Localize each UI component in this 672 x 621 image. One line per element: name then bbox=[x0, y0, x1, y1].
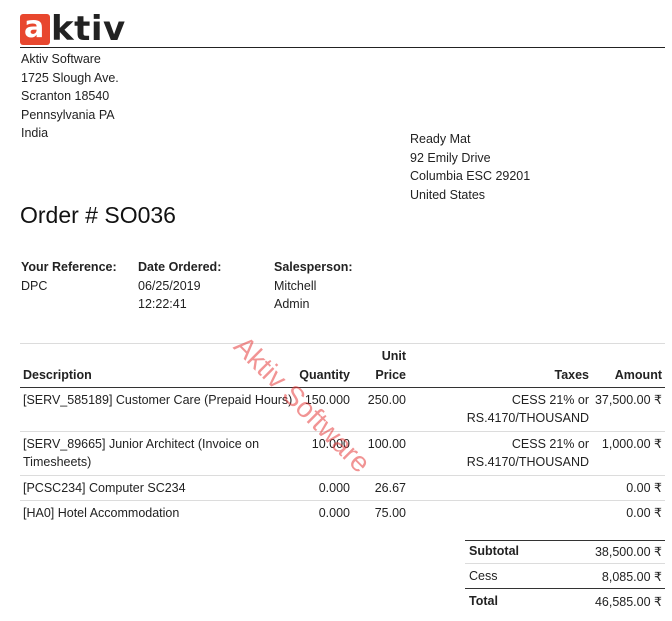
company-address: Aktiv Software 1725 Slough Ave. Scranton… bbox=[21, 50, 119, 143]
company-city: Scranton 18540 bbox=[21, 89, 110, 103]
row-description: [SERV_585189] Customer Care (Prepaid Hou… bbox=[23, 393, 293, 407]
table-top-rule bbox=[20, 343, 665, 344]
row-description: [HA0] Hotel Accommodation bbox=[23, 506, 180, 520]
salesperson-last: Admin bbox=[274, 297, 310, 311]
row-divider bbox=[20, 475, 665, 476]
col-header-unit: Unit bbox=[381, 349, 406, 363]
header-rule-bottom bbox=[20, 387, 665, 388]
page-title: Order # SO036 bbox=[20, 202, 176, 228]
logo-text: ktiv bbox=[51, 9, 126, 49]
header-rule bbox=[20, 47, 665, 48]
date-block: Date Ordered: 06/25/2019 12:22:41 bbox=[138, 258, 221, 314]
col-header-description: Description bbox=[23, 368, 92, 382]
row-amount: 1,000.00 ₹ bbox=[601, 437, 662, 451]
salesperson-label: Salesperson: bbox=[274, 260, 353, 274]
salesperson-block: Salesperson: Mitchell Admin bbox=[274, 258, 353, 314]
col-header-amount: Amount bbox=[614, 368, 662, 382]
row-unit-price: 26.67 bbox=[374, 481, 406, 495]
reference-value: DPC bbox=[21, 278, 48, 293]
time-value: 12:22:41 bbox=[138, 297, 187, 311]
customer-city: Columbia ESC 29201 bbox=[410, 169, 531, 183]
cess-value: 8,085.00 ₹ bbox=[601, 570, 662, 584]
salesperson-first: Mitchell bbox=[274, 278, 317, 293]
row-divider bbox=[20, 431, 665, 432]
row-amount: 0.00 ₹ bbox=[626, 506, 662, 520]
customer-name: Ready Mat bbox=[410, 132, 471, 146]
row-unit-price: 100.00 bbox=[367, 437, 406, 451]
company-street: 1725 Slough Ave. bbox=[21, 70, 119, 85]
row-tax-2: RS.4170/THOUSAND bbox=[466, 455, 589, 469]
cess-label: Cess bbox=[469, 569, 498, 583]
row-unit-price: 75.00 bbox=[374, 506, 406, 520]
customer-country: United States bbox=[410, 187, 486, 202]
total-value: 46,585.00 ₹ bbox=[594, 595, 662, 609]
total-rule bbox=[465, 588, 665, 589]
company-name: Aktiv Software bbox=[21, 52, 101, 66]
logo-mark-letter: a bbox=[24, 9, 45, 45]
subtotal-value: 38,500.00 ₹ bbox=[594, 545, 662, 559]
company-country: India bbox=[21, 126, 49, 140]
row-unit-price: 250.00 bbox=[367, 393, 406, 407]
row-amount: 37,500.00 ₹ bbox=[594, 393, 662, 407]
row-description: [PCSC234] Computer SC234 bbox=[23, 481, 186, 495]
date-value: 06/25/2019 bbox=[138, 278, 201, 293]
row-tax-2: RS.4170/THOUSAND bbox=[466, 411, 589, 425]
subtotal-label: Subtotal bbox=[469, 544, 519, 558]
row-divider bbox=[20, 500, 665, 501]
customer-address: Ready Mat 92 Emily Drive Columbia ESC 29… bbox=[410, 130, 530, 204]
col-header-quantity: Quantity bbox=[299, 368, 350, 382]
company-state: Pennsylvania PA bbox=[21, 107, 115, 122]
row-description-cont: Timesheets) bbox=[23, 455, 92, 469]
row-tax-1: CESS 21% or bbox=[511, 393, 589, 407]
total-label: Total bbox=[469, 594, 498, 608]
row-amount: 0.00 ₹ bbox=[626, 481, 662, 495]
reference-block: Your Reference: DPC bbox=[21, 258, 117, 295]
company-logo: a ktiv bbox=[20, 9, 126, 49]
totals-top-rule bbox=[465, 540, 665, 541]
totals-divider bbox=[465, 563, 665, 564]
reference-label: Your Reference: bbox=[21, 260, 117, 274]
col-header-taxes: Taxes bbox=[554, 368, 589, 382]
logo-mark: a bbox=[20, 9, 50, 45]
date-label: Date Ordered: bbox=[138, 260, 222, 274]
row-tax-1: CESS 21% or bbox=[511, 437, 589, 451]
row-description: [SERV_89665] Junior Architect (Invoice o… bbox=[23, 437, 260, 451]
customer-street: 92 Emily Drive bbox=[410, 150, 491, 165]
col-header-price: Price bbox=[375, 368, 406, 382]
